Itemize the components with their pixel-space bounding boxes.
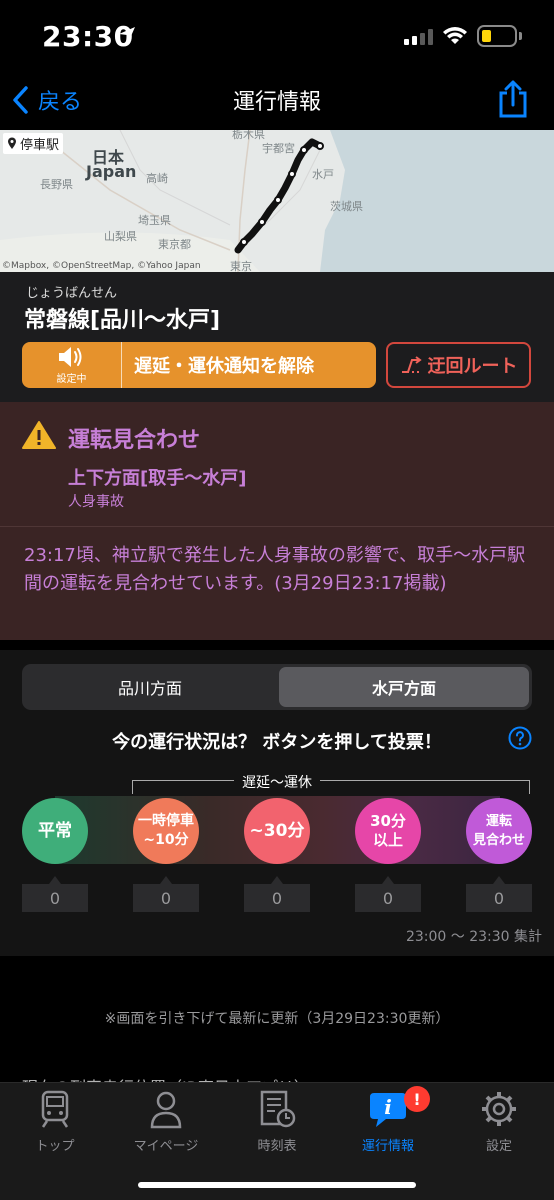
tally-period: 23:00 〜 23:30 集計 (405, 929, 542, 945)
timetable-icon (260, 1090, 296, 1128)
vote-label: ~10分 (143, 832, 189, 848)
count-pointer (271, 876, 283, 884)
tab-settings[interactable]: 設定 (444, 1089, 554, 1154)
detour-route-button[interactable]: 迂回ルート (386, 342, 531, 388)
navigation-bar: 戻る 運行情報 (0, 74, 554, 130)
map-text: 茨城県 (330, 200, 363, 213)
info-bubble-icon: i (370, 1093, 406, 1127)
alert-divider (0, 526, 554, 527)
count-pointer (160, 876, 172, 884)
tab-top[interactable]: トップ (0, 1089, 110, 1154)
map-text: 長野県 (40, 178, 73, 191)
map-text: 高崎 (146, 172, 168, 185)
direction-segmented-control: 品川方面 水戸方面 (22, 664, 532, 710)
cellular-signal-icon (404, 29, 434, 45)
bracket-label-text: 遅延〜運休 (234, 775, 320, 791)
map-credit: ©Mapbox, ©OpenStreetMap, ©Yahoo Japan (2, 261, 201, 271)
alert-direction: 上下方面[取手〜水戸] (68, 468, 247, 489)
delay-bracket-label: 遅延〜運休 (0, 772, 554, 792)
vote-count: 0 (355, 884, 421, 912)
tab-label: 設定 (485, 1139, 512, 1154)
vote-label: 運転 (485, 814, 512, 829)
vote-short-stop-button[interactable]: 一時停車 ~10分 (133, 798, 199, 864)
help-icon[interactable] (508, 726, 532, 750)
tab-label: 運行情報 (361, 1139, 414, 1154)
vote-count: 0 (244, 884, 310, 912)
line-header: じょうばんせん 常磐線[品川〜水戸] 設定中 遅延・運休通知を解除 迂回ルート (0, 272, 554, 402)
vote-label: ~30分 (249, 820, 305, 841)
alert-body: 23:17頃、神立駅で発生した人身事故の影響で、取手〜水戸駅間の運転を見合わせて… (24, 545, 526, 594)
vote-label: 以上 (372, 831, 403, 849)
tab-label: トップ (35, 1139, 75, 1154)
speaker-icon (58, 347, 81, 367)
svg-text:i: i (384, 1095, 392, 1119)
unsubscribe-notification-button[interactable]: 設定中 遅延・運休通知を解除 (22, 342, 376, 388)
tab-label: 時刻表 (257, 1139, 297, 1154)
tab-label: マイページ (133, 1139, 199, 1154)
line-name: 常磐線[品川〜水戸] (24, 308, 221, 333)
map-text: 水戸 (312, 168, 334, 181)
tab-timetable[interactable]: 時刻表 (222, 1089, 332, 1154)
detour-icon (401, 356, 422, 373)
warning-icon (22, 421, 56, 449)
train-icon (41, 1090, 69, 1128)
detour-label: 迂回ルート (427, 356, 518, 377)
home-indicator[interactable] (138, 1182, 416, 1188)
status-bar: 23:30 (0, 0, 554, 74)
vote-label: 見合わせ (472, 833, 525, 848)
tab-mypage[interactable]: マイページ (111, 1089, 221, 1154)
vote-question: 今の運行状況は？ ボタンを押して投票！ (112, 732, 442, 753)
vote-count: 0 (22, 884, 88, 912)
map-text: 東京都 (158, 238, 191, 251)
map-text: 栃木県 (232, 130, 265, 141)
notification-badge: ! (404, 1086, 430, 1112)
tab-shinagawa-direction[interactable]: 品川方面 (25, 667, 275, 707)
battery-tip (519, 32, 522, 40)
share-icon[interactable] (496, 79, 530, 119)
vote-count: 0 (133, 884, 199, 912)
section-gap (0, 956, 554, 980)
vote-count: 0 (466, 884, 532, 912)
notify-button-label: 遅延・運休通知を解除 (134, 356, 314, 377)
vote-under-30-button[interactable]: ~30分 (244, 798, 310, 864)
alert-title: 運転見合わせ (68, 428, 201, 453)
page-title: 運行情報 (232, 90, 321, 115)
battery-icon (477, 25, 517, 47)
vote-section: 品川方面 水戸方面 今の運行状況は？ ボタンを押して投票！ 遅延〜運休 平常 一… (0, 650, 554, 956)
vote-label: 一時停車 (138, 813, 194, 829)
count-pointer (49, 876, 61, 884)
alert-cause: 人身事故 (68, 494, 124, 510)
refresh-note: ※画面を引き下げて最新に更新（3月29日23:30更新） (104, 1011, 450, 1027)
vote-over-30-button[interactable]: 30分 以上 (355, 798, 421, 864)
vote-label: 30分 (370, 812, 406, 830)
gear-icon (482, 1092, 516, 1126)
stop-station-label[interactable]: 停車駅 (3, 133, 64, 154)
vote-label: 平常 (38, 820, 72, 841)
wifi-icon (443, 27, 467, 44)
count-pointer (382, 876, 394, 884)
notification-status: 設定中 (22, 342, 122, 388)
notify-status-label: 設定中 (56, 374, 87, 385)
map-text: 埼玉県 (138, 214, 171, 227)
location-arrow-icon (119, 27, 135, 43)
map-pin-icon (8, 137, 16, 149)
line-furigana: じょうばんせん (26, 286, 118, 301)
map-text: 東京 (230, 260, 252, 272)
route-map[interactable]: 日本 Japan 長野県 山梨県 埼玉県 東京都 茨城県 宇都宮 高崎 水戸 栃… (0, 130, 554, 272)
person-icon (150, 1091, 182, 1129)
count-pointer (493, 876, 505, 884)
map-text: Japan (86, 162, 137, 181)
vote-normal-button[interactable]: 平常 (22, 798, 88, 864)
map-text: 宇都宮 (262, 142, 295, 155)
map-text: 山梨県 (104, 230, 137, 243)
service-alert: 運転見合わせ 上下方面[取手〜水戸] 人身事故 23:17頃、神立駅で発生した人… (0, 402, 554, 640)
vote-suspended-button[interactable]: 運転 見合わせ (466, 798, 532, 864)
tab-mito-direction[interactable]: 水戸方面 (279, 667, 529, 707)
stop-label-text: 停車駅 (20, 138, 60, 153)
